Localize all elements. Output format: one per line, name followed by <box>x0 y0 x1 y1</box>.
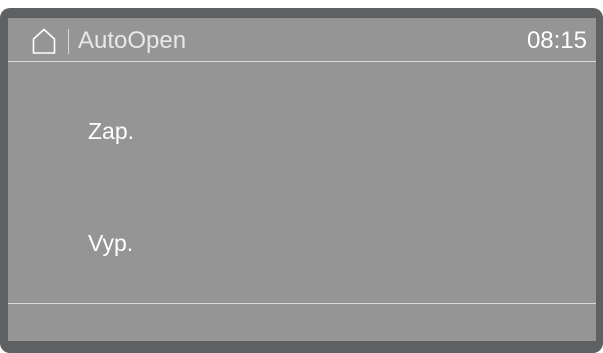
header-bar: AutoOpen 08:15 <box>8 18 596 62</box>
header-separator <box>68 29 69 54</box>
page-title: AutoOpen <box>78 27 187 54</box>
footer-divider <box>8 303 596 304</box>
option-off[interactable]: Vyp. <box>88 229 133 257</box>
option-on[interactable]: Zap. <box>88 117 134 145</box>
display-screen: AutoOpen 08:15 Zap. Vyp. <box>8 18 596 341</box>
home-icon[interactable] <box>32 28 56 54</box>
clock-time: 08:15 <box>526 27 587 54</box>
